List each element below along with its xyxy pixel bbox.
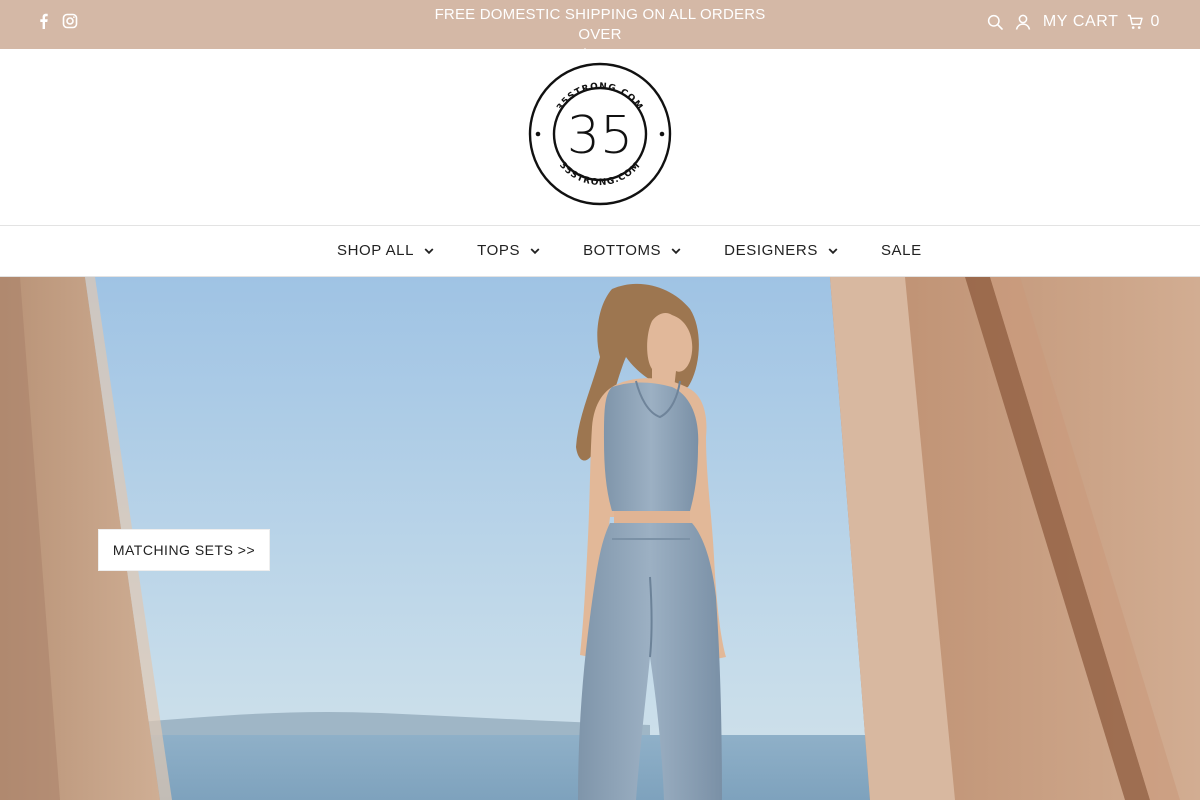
hero-banner[interactable]: MATCHING SETS >> bbox=[0, 277, 1200, 800]
nav-label: BOTTOMS bbox=[583, 242, 662, 259]
instagram-icon[interactable] bbox=[62, 13, 78, 29]
cart-icon bbox=[1127, 14, 1143, 30]
store-logo[interactable]: 35STRONG.COM 35STRONG.COM 35 bbox=[527, 61, 673, 207]
nav-label: SALE bbox=[880, 242, 922, 259]
nav-label: TOPS bbox=[477, 242, 521, 259]
main-navigation: SHOP ALL TOPS BOTTOMS DESIGNERS SALE bbox=[0, 225, 1200, 277]
cart-label: MY CART bbox=[1042, 13, 1119, 30]
nav-label: SHOP ALL bbox=[337, 242, 415, 259]
nav-item-tops[interactable]: TOPS bbox=[477, 242, 540, 259]
chevron-down-icon bbox=[828, 246, 838, 256]
cart-link[interactable]: MY CART 0 bbox=[1043, 13, 1160, 31]
user-icon[interactable] bbox=[1015, 14, 1031, 30]
chevron-down-icon bbox=[424, 246, 434, 256]
header-tools: MY CART 0 bbox=[987, 13, 1160, 31]
logo-header: 35STRONG.COM 35STRONG.COM 35 bbox=[0, 49, 1200, 225]
nav-item-designers[interactable]: DESIGNERS bbox=[724, 242, 838, 259]
logo-number: 35 bbox=[567, 106, 633, 166]
nav-label: DESIGNERS bbox=[724, 242, 818, 259]
chevron-down-icon bbox=[530, 246, 540, 256]
nav-item-sale[interactable]: SALE bbox=[881, 242, 922, 259]
social-links bbox=[36, 13, 78, 29]
cart-count: 0 bbox=[1150, 13, 1160, 30]
announcement-line-1: FREE DOMESTIC SHIPPING ON ALL ORDERS OVE… bbox=[434, 6, 766, 43]
nav-item-bottoms[interactable]: BOTTOMS bbox=[583, 242, 681, 259]
chevron-down-icon bbox=[671, 246, 681, 256]
announcement-bar: FREE DOMESTIC SHIPPING ON ALL ORDERS OVE… bbox=[0, 0, 1200, 63]
search-icon[interactable] bbox=[987, 14, 1003, 30]
nav-list: SHOP ALL TOPS BOTTOMS DESIGNERS SALE bbox=[337, 242, 922, 259]
matching-sets-button[interactable]: MATCHING SETS >> bbox=[98, 529, 270, 571]
nav-item-shop-all[interactable]: SHOP ALL bbox=[337, 242, 434, 259]
facebook-icon[interactable] bbox=[36, 13, 52, 29]
